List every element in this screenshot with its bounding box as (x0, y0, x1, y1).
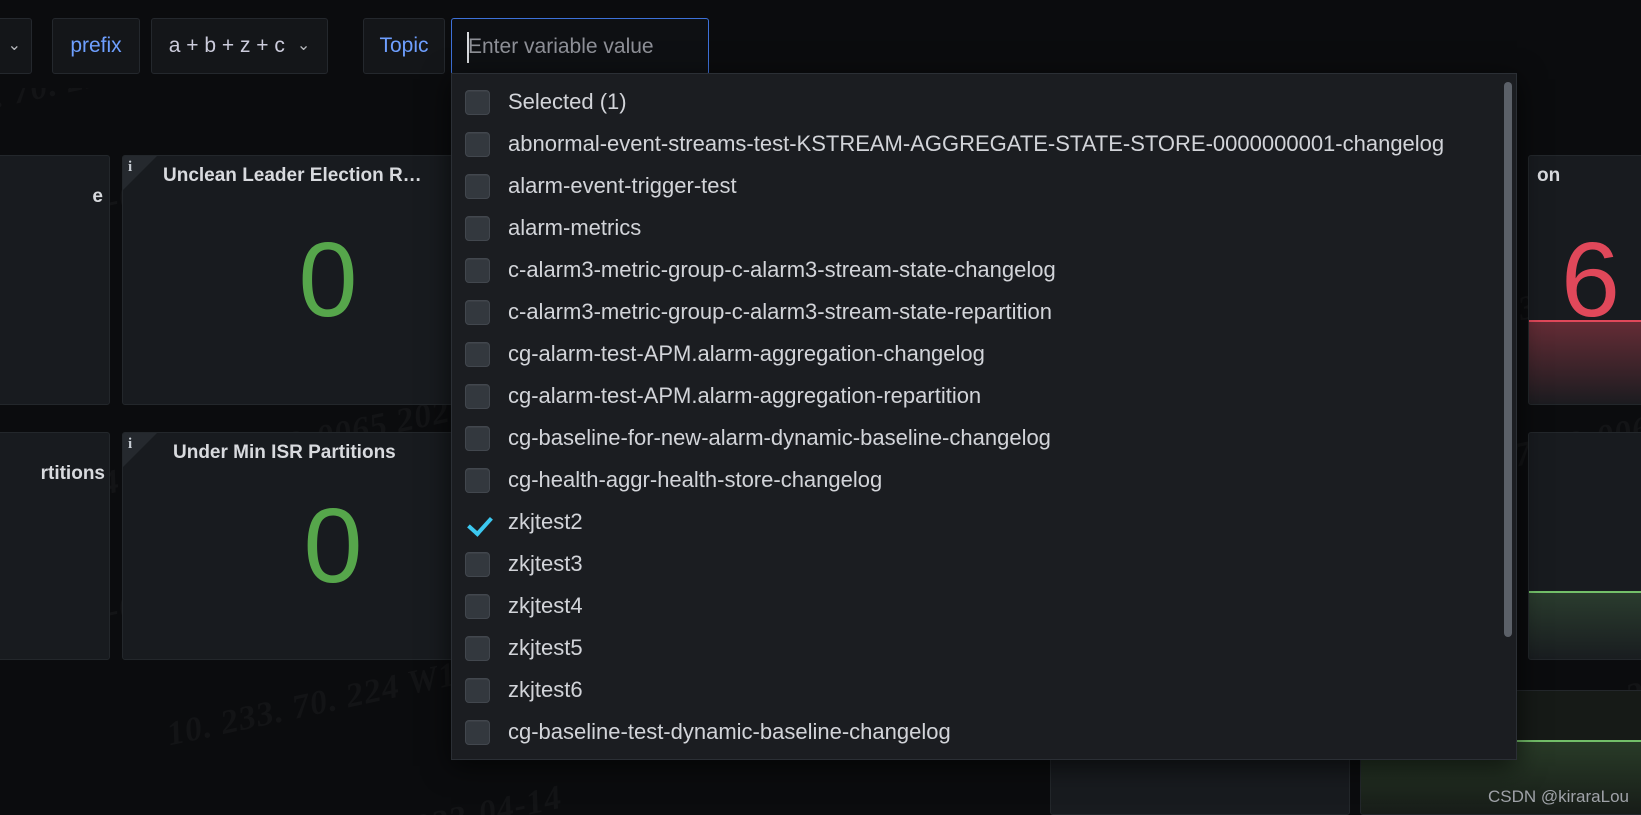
dropdown-option[interactable]: zkjtest4 (452, 585, 1516, 627)
topic-variable-input[interactable]: Enter variable value (451, 18, 709, 75)
dropdown-selected-header[interactable]: Selected (1) (452, 81, 1516, 123)
checkbox-icon[interactable] (465, 635, 490, 661)
left-partial-dropdown[interactable]: ⌄ (0, 18, 32, 74)
dropdown-option-list[interactable]: Selected (1) abnormal-event-streams-test-… (452, 74, 1516, 759)
dropdown-option-label: cg-health-aggr-health-store-changelog (508, 467, 883, 492)
checkbox-icon[interactable] (465, 173, 490, 199)
dropdown-option[interactable]: zkjtest6 (452, 669, 1516, 711)
dropdown-option-label: zkjtest6 (508, 677, 583, 702)
dropdown-option-label: zkjtest2 (508, 509, 583, 534)
prefix-label-text: prefix (70, 34, 122, 57)
dropdown-option[interactable]: abnormal-event-streams-test-KSTREAM-AGGR… (452, 123, 1516, 165)
chevron-down-icon: ⌄ (7, 37, 21, 54)
panel-title: on (1537, 165, 1561, 186)
dropdown-option[interactable]: alarm-metrics (452, 207, 1516, 249)
dropdown-scrollbar[interactable] (1504, 82, 1512, 637)
dropdown-option-label: c-alarm3-metric-group-c-alarm3-stream-st… (508, 299, 1053, 324)
dropdown-option-label: zkjtest4 (508, 593, 583, 618)
panel-right-red-stat[interactable]: on 6 (1528, 155, 1641, 405)
dropdown-option[interactable]: cg-alarm-test-APM.alarm-aggregation-repa… (452, 375, 1516, 417)
checkbox-icon[interactable] (465, 89, 490, 115)
checkbox-icon[interactable] (465, 593, 490, 619)
dropdown-option-label: alarm-metrics (508, 215, 642, 240)
checkbox-icon[interactable] (465, 467, 490, 493)
dropdown-option-label: cg-alarm-test-APM.alarm-aggregation-repa… (508, 383, 982, 408)
checkbox-icon[interactable] (465, 341, 490, 367)
panel-title: rtitions (40, 463, 105, 484)
dropdown-option-label: alarm-event-trigger-test (508, 173, 737, 198)
dropdown-option[interactable]: zkjtest2 (452, 501, 1516, 543)
expression-value-text: a + b + z + c (168, 34, 285, 57)
dropdown-option[interactable]: c-alarm3-metric-group-c-alarm3-stream-st… (452, 249, 1516, 291)
dropdown-option[interactable]: zkjtest5 (452, 627, 1516, 669)
topic-variable-dropdown[interactable]: Selected (1) abnormal-event-streams-test-… (451, 73, 1517, 760)
chevron-down-icon: ⌄ (296, 37, 311, 54)
text-caret (467, 32, 469, 63)
dropdown-option[interactable]: zkjtest3 (452, 543, 1516, 585)
dropdown-option-label: cg-baseline-test-dynamic-baseline-change… (508, 719, 951, 744)
panel-stat-value: 6 (1561, 221, 1620, 339)
checkbox-icon[interactable] (465, 131, 490, 157)
checkbox-icon[interactable] (465, 383, 490, 409)
checkbox-icon[interactable] (465, 215, 490, 241)
dropdown-option-label: zkjtest5 (508, 635, 583, 660)
csdn-watermark: CSDN @kiraraLou (1487, 787, 1629, 806)
checkbox-checked-icon[interactable] (465, 510, 490, 535)
panel-left-clipped-bottom[interactable]: rtitions (0, 432, 110, 660)
dropdown-option[interactable]: alarm-event-trigger-test (452, 165, 1516, 207)
checkbox-icon[interactable] (465, 677, 490, 703)
expression-variable-dropdown[interactable]: a + b + z + c ⌄ (151, 18, 328, 74)
panel-title: e (92, 186, 103, 207)
checkbox-icon[interactable] (465, 551, 490, 577)
dropdown-option[interactable]: cg-baseline-test-dynamic-baseline-change… (452, 711, 1516, 753)
topic-variable-label[interactable]: Topic (363, 18, 445, 74)
panel-right-green-sparkline[interactable] (1528, 432, 1641, 660)
dropdown-option-label: abnormal-event-streams-test-KSTREAM-AGGR… (508, 131, 1445, 156)
dropdown-option-label: cg-alarm-test-APM.alarm-aggregation-chan… (508, 341, 985, 366)
dropdown-option[interactable]: c-alarm3-metric-group-c-alarm3-stream-st… (452, 291, 1516, 333)
screen-root: 10. 233. 70. 224 W16B67413-0065 2023-04-… (0, 0, 1641, 815)
topic-label-text: Topic (379, 34, 429, 57)
sparkline (1529, 591, 1641, 659)
dropdown-option[interactable]: cg-alarm-test-APM.alarm-aggregation-chan… (452, 333, 1516, 375)
checkbox-icon[interactable] (465, 299, 490, 325)
dropdown-option[interactable]: cg-baseline-for-new-alarm-dynamic-baseli… (452, 417, 1516, 459)
prefix-variable-label[interactable]: prefix (52, 18, 140, 74)
checkbox-icon[interactable] (465, 425, 490, 451)
sparkline (1529, 319, 1641, 404)
dropdown-option-label: zkjtest3 (508, 551, 583, 576)
dropdown-option-label: cg-baseline-for-new-alarm-dynamic-baseli… (508, 425, 1051, 450)
checkbox-icon[interactable] (465, 719, 490, 745)
panel-left-clipped-top[interactable]: e (0, 155, 110, 405)
topic-input-placeholder: Enter variable value (468, 34, 654, 58)
dropdown-option[interactable]: cg-health-aggr-health-store-changelog (452, 459, 1516, 501)
dropdown-option-label: Selected (1) (508, 89, 627, 114)
checkbox-icon[interactable] (465, 257, 490, 283)
dropdown-option-label: c-alarm3-metric-group-c-alarm3-stream-st… (508, 257, 1056, 282)
